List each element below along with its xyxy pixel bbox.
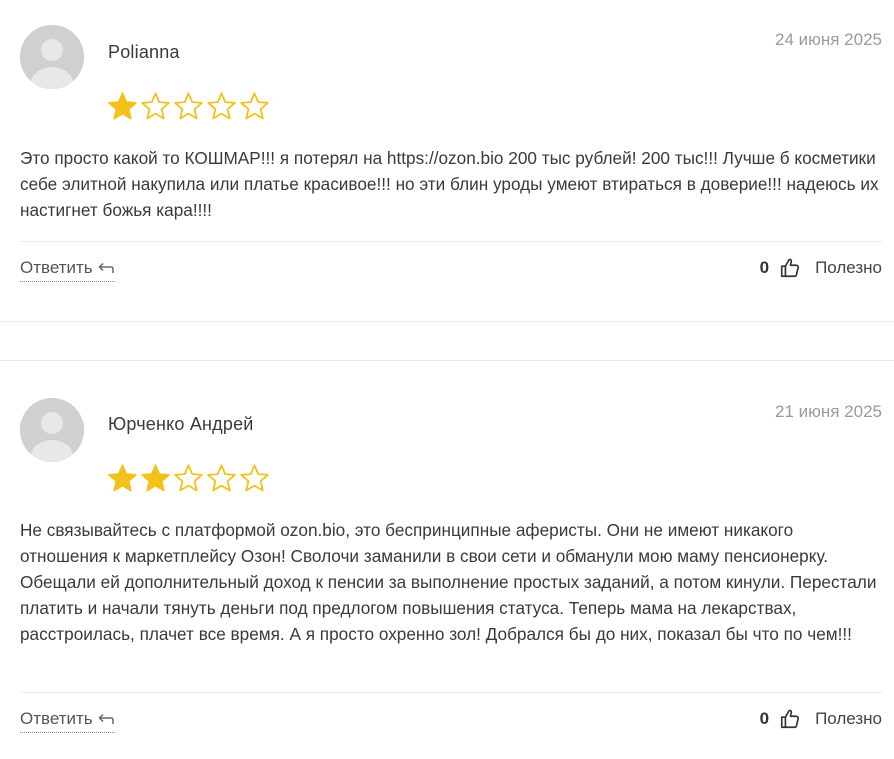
avatar bbox=[20, 398, 84, 462]
helpful-section: 0 Полезно bbox=[760, 257, 882, 279]
user-silhouette-icon bbox=[20, 398, 84, 462]
avatar bbox=[20, 25, 84, 89]
star-empty-icon bbox=[207, 464, 236, 492]
review-date: 21 июня 2025 bbox=[774, 402, 882, 421]
helpful-label[interactable]: Полезно bbox=[815, 258, 882, 278]
review-card: Юрченко Андрей 21 июня 2025 Не связывайт… bbox=[0, 372, 894, 759]
star-filled-icon bbox=[108, 464, 137, 492]
reply-label: Ответить bbox=[20, 258, 93, 277]
rating-stars bbox=[107, 463, 270, 494]
divider bbox=[20, 241, 882, 242]
star-empty-icon bbox=[141, 92, 170, 120]
thumbs-up-icon[interactable] bbox=[779, 257, 801, 279]
star-filled-icon bbox=[108, 92, 137, 120]
review-text: Не связывайтесь с платформой ozon.bio, э… bbox=[20, 520, 877, 644]
likes-count: 0 bbox=[759, 258, 770, 277]
helpful-label[interactable]: Полезно bbox=[815, 709, 882, 729]
rating-stars bbox=[107, 91, 270, 122]
thumbs-up-icon[interactable] bbox=[779, 708, 801, 730]
section-separator bbox=[0, 360, 894, 361]
divider bbox=[20, 692, 882, 693]
review-text: Это просто какой то КОШМАР!!! я потерял … bbox=[20, 148, 879, 220]
star-empty-icon bbox=[174, 464, 203, 492]
reply-button[interactable]: Ответить bbox=[20, 258, 115, 282]
reply-arrow-icon bbox=[98, 713, 114, 724]
reply-button[interactable]: Ответить bbox=[20, 709, 115, 733]
star-empty-icon bbox=[207, 92, 236, 120]
reply-arrow-icon bbox=[98, 262, 114, 273]
star-filled-icon bbox=[141, 464, 170, 492]
review-author: Юрченко Андрей bbox=[108, 414, 254, 434]
review-card: Polianna 24 июня 2025 Это просто какой т… bbox=[0, 0, 894, 322]
review-author: Polianna bbox=[108, 42, 180, 62]
star-empty-icon bbox=[240, 92, 269, 120]
likes-count: 0 bbox=[759, 709, 770, 728]
user-silhouette-icon bbox=[20, 25, 84, 89]
star-empty-icon bbox=[240, 464, 269, 492]
reply-label: Ответить bbox=[20, 709, 93, 728]
review-date: 24 июня 2025 bbox=[774, 30, 882, 49]
helpful-section: 0 Полезно bbox=[760, 708, 882, 730]
section-separator bbox=[0, 321, 894, 322]
star-empty-icon bbox=[174, 92, 203, 120]
